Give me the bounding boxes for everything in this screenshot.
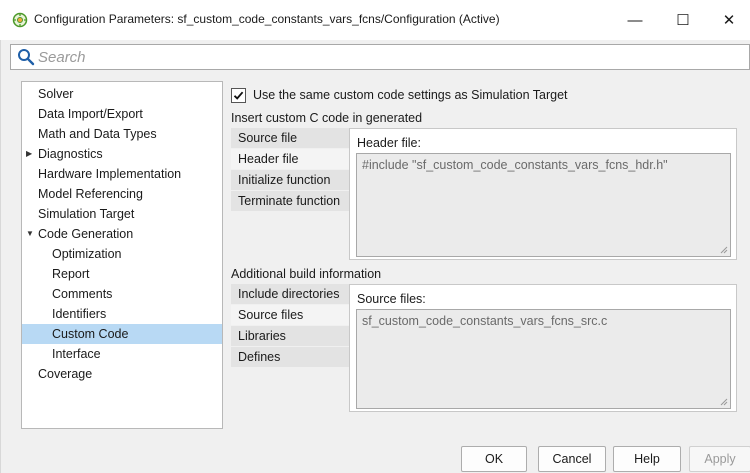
- simulink-app-icon: [12, 12, 28, 28]
- header-file-label: Header file:: [357, 136, 421, 150]
- tab-include-directories[interactable]: Include directories: [231, 284, 349, 305]
- source-files-value: sf_custom_code_constants_vars_fcns_src.c: [362, 314, 608, 328]
- title-bar: Configuration Parameters: sf_custom_code…: [0, 0, 750, 40]
- checkmark-icon: [233, 91, 244, 100]
- tree-item-label: Identifiers: [52, 307, 107, 321]
- tree-item-report[interactable]: Report: [22, 264, 222, 284]
- expand-arrow-icon[interactable]: ▶: [26, 144, 32, 164]
- tree-item-custom-code[interactable]: Custom Code: [22, 324, 222, 344]
- tree-item-hardware-implementation[interactable]: Hardware Implementation: [22, 164, 222, 184]
- source-files-textarea[interactable]: sf_custom_code_constants_vars_fcns_src.c: [356, 309, 731, 409]
- tab-initialize-function[interactable]: Initialize function: [231, 170, 349, 191]
- tree-item-coverage[interactable]: Coverage: [22, 364, 222, 384]
- search-box[interactable]: [10, 44, 750, 70]
- tab-label: Include directories: [238, 287, 340, 301]
- category-tree: Solver Data Import/Export Math and Data …: [21, 81, 223, 429]
- close-button[interactable]: ✕: [706, 6, 750, 34]
- search-icon: [17, 48, 35, 66]
- tree-item-label: Model Referencing: [38, 187, 143, 201]
- resize-grip-icon[interactable]: [720, 246, 728, 254]
- tree-item-label: Comments: [52, 287, 113, 301]
- collapse-arrow-icon[interactable]: ▼: [26, 224, 34, 244]
- tab-libraries[interactable]: Libraries: [231, 326, 349, 347]
- tab-defines[interactable]: Defines: [231, 347, 349, 368]
- tree-item-label: Interface: [52, 347, 101, 361]
- apply-button[interactable]: Apply: [689, 446, 750, 472]
- tree-item-data-import-export[interactable]: Data Import/Export: [22, 104, 222, 124]
- same-settings-checkbox-label[interactable]: Use the same custom code settings as Sim…: [253, 88, 568, 102]
- tree-item-label: Solver: [38, 87, 74, 101]
- help-button[interactable]: Help: [613, 446, 681, 472]
- cancel-button[interactable]: Cancel: [538, 446, 606, 472]
- tab-label: Header file: [238, 152, 299, 166]
- source-files-label: Source files:: [357, 292, 426, 306]
- tab-label: Libraries: [238, 329, 286, 343]
- tree-item-math-and-data-types[interactable]: Math and Data Types: [22, 124, 222, 144]
- tab-label: Source files: [238, 308, 304, 322]
- tab-source-file[interactable]: Source file: [231, 128, 349, 149]
- tab-source-files[interactable]: Source files: [231, 305, 349, 326]
- header-file-panel: Header file: #include "sf_custom_code_co…: [349, 128, 737, 260]
- tab-header-file[interactable]: Header file: [231, 149, 349, 170]
- tree-item-interface[interactable]: Interface: [22, 344, 222, 364]
- resize-grip-icon[interactable]: [720, 398, 728, 406]
- tree-item-label: Coverage: [38, 367, 93, 381]
- tree-item-label: Data Import/Export: [38, 107, 143, 121]
- tree-item-label: Hardware Implementation: [38, 167, 182, 181]
- window-title: Configuration Parameters: sf_custom_code…: [34, 12, 500, 26]
- same-settings-checkbox[interactable]: [231, 88, 246, 103]
- tree-item-identifiers[interactable]: Identifiers: [22, 304, 222, 324]
- header-file-value: #include "sf_custom_code_constants_vars_…: [362, 158, 668, 172]
- minimize-button[interactable]: —: [612, 6, 658, 34]
- tree-item-label: Math and Data Types: [38, 127, 157, 141]
- insert-code-section-label: Insert custom C code in generated: [231, 111, 423, 125]
- dialog-body: Solver Data Import/Export Math and Data …: [0, 40, 750, 473]
- tree-item-simulation-target[interactable]: Simulation Target: [22, 204, 222, 224]
- tab-terminate-function[interactable]: Terminate function: [231, 191, 349, 212]
- tree-item-label: Optimization: [52, 247, 122, 261]
- tree-item-label: Simulation Target: [38, 207, 135, 221]
- tree-item-label: Custom Code: [52, 327, 129, 341]
- tree-item-model-referencing[interactable]: Model Referencing: [22, 184, 222, 204]
- maximize-button[interactable]: ☐: [660, 6, 706, 34]
- source-files-panel: Source files: sf_custom_code_constants_v…: [349, 284, 737, 412]
- tab-label: Defines: [238, 350, 281, 364]
- tree-item-solver[interactable]: Solver: [22, 84, 222, 104]
- tree-item-label: Report: [52, 267, 90, 281]
- tree-item-label: Code Generation: [38, 227, 134, 241]
- tab-label: Terminate function: [238, 194, 341, 208]
- ok-button[interactable]: OK: [461, 446, 527, 472]
- tree-item-label: Diagnostics: [38, 147, 103, 161]
- header-file-textarea[interactable]: #include "sf_custom_code_constants_vars_…: [356, 153, 731, 257]
- tree-item-comments[interactable]: Comments: [22, 284, 222, 304]
- tree-item-code-generation[interactable]: ▼ Code Generation: [22, 224, 222, 244]
- tab-label: Source file: [238, 131, 298, 145]
- tree-item-optimization[interactable]: Optimization: [22, 244, 222, 264]
- search-input[interactable]: [38, 47, 738, 67]
- tab-label: Initialize function: [238, 173, 331, 187]
- tree-item-diagnostics[interactable]: ▶ Diagnostics: [22, 144, 222, 164]
- build-info-section-label: Additional build information: [231, 267, 382, 281]
